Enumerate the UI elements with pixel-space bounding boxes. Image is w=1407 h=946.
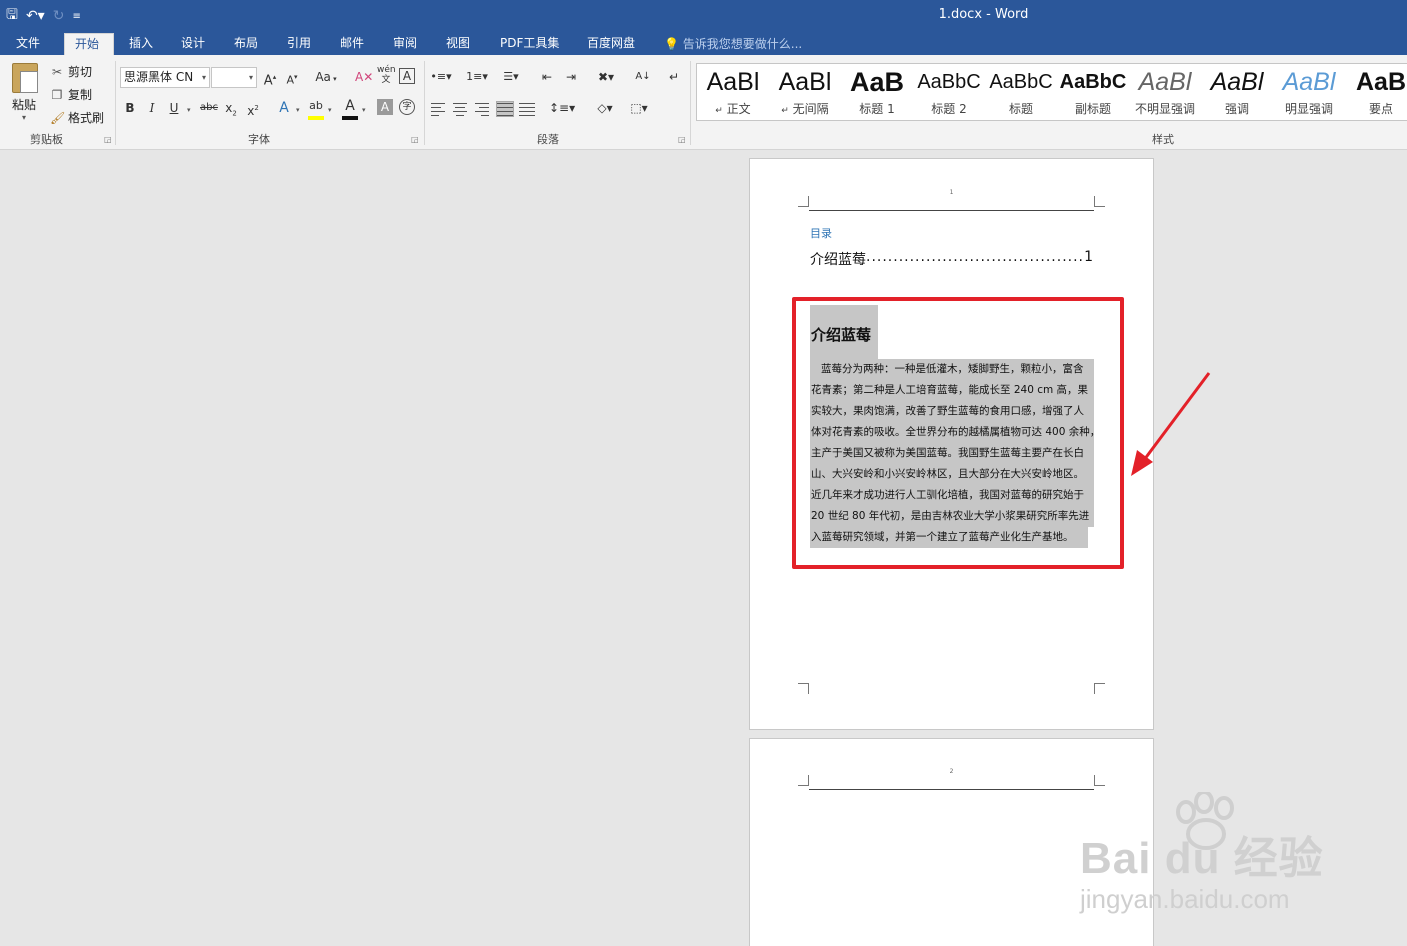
paragraph-launcher-icon[interactable]: ◲ (678, 135, 686, 144)
lightbulb-icon: 💡 (664, 37, 679, 51)
cut-button[interactable]: ✂ 剪切 (50, 63, 92, 80)
toc-title: 目录 (810, 227, 832, 240)
numbering-icon[interactable]: 1≡▾ (465, 68, 489, 88)
style-heading-1[interactable]: AaB 标题 1 (841, 64, 913, 120)
clipboard-launcher-icon[interactable]: ◲ (104, 135, 112, 144)
page-number: 2 (949, 768, 954, 775)
character-shading-icon[interactable]: A (377, 99, 393, 115)
align-center-icon[interactable] (453, 102, 469, 116)
show-marks-icon[interactable]: ↵ (666, 68, 682, 88)
styles-group-label: 样式 (1152, 133, 1174, 146)
watermark-url: jingyan.baidu.com (1080, 884, 1290, 914)
phonetic-guide-icon[interactable]: wén 文 (377, 65, 396, 85)
clear-formatting-icon[interactable]: A✕ (355, 68, 373, 88)
baidu-watermark: Bai du 经验 jingyan.baidu.com (1080, 792, 1340, 922)
tab-file[interactable]: 文件 (6, 33, 50, 55)
style-normal[interactable]: AaBl ↵ 正文 (697, 64, 769, 120)
grow-font-icon[interactable]: A▴ (262, 68, 278, 88)
tab-view[interactable]: 视图 (436, 33, 480, 55)
bold-button[interactable]: B (122, 99, 138, 119)
page-number: 1 (949, 189, 954, 196)
chevron-down-icon[interactable]: ▾ (328, 106, 332, 114)
watermark-logo-text: Bai du 经验 (1080, 834, 1324, 883)
format-painter-button[interactable]: 🖌 格式刷 (50, 109, 104, 126)
highlight-box (792, 297, 1124, 569)
paintbrush-icon: 🖌 (50, 110, 66, 125)
scissors-icon: ✂ (51, 64, 63, 79)
font-size-select[interactable]: ▾ (211, 67, 257, 88)
copy-icon: ❐ (51, 87, 63, 102)
copy-button[interactable]: ❐ 复制 (50, 86, 92, 103)
chevron-down-icon[interactable]: ▾ (187, 106, 191, 114)
enclose-characters-icon[interactable]: 字 (399, 99, 415, 115)
header-line (809, 789, 1094, 790)
chevron-down-icon: ▾ (201, 73, 206, 82)
bullets-icon[interactable]: •≡▾ (430, 68, 452, 88)
chevron-down-icon: ▾ (22, 113, 27, 122)
font-color-icon[interactable]: A (342, 97, 358, 117)
shrink-font-icon[interactable]: A▾ (284, 68, 300, 88)
italic-button[interactable]: I (144, 99, 160, 119)
chevron-down-icon[interactable]: ▾ (296, 106, 300, 114)
distributed-icon[interactable] (519, 102, 535, 116)
style-intense-emphasis[interactable]: AaBl 明显强调 (1273, 64, 1345, 120)
tab-insert[interactable]: 插入 (119, 33, 163, 55)
tell-me-text: 告诉我您想要做什么... (682, 37, 803, 51)
justify-icon[interactable] (496, 101, 514, 117)
paste-label: 粘贴 (12, 98, 37, 112)
header-line (809, 210, 1094, 211)
chevron-down-icon: ▾ (248, 73, 253, 82)
tab-review[interactable]: 审阅 (383, 33, 427, 55)
title-bar: 🖫 ↶▾ ↻ ≡ 1.docx - Word (0, 0, 1407, 30)
tab-baidu-netdisk[interactable]: 百度网盘 (577, 33, 645, 55)
style-title[interactable]: AaBbC 标题 (985, 64, 1057, 120)
align-left-icon[interactable] (431, 102, 447, 116)
tab-home[interactable]: 开始 (64, 33, 114, 55)
tab-layout[interactable]: 布局 (224, 33, 268, 55)
style-strong[interactable]: AaB 要点 (1345, 64, 1407, 120)
character-border-icon[interactable]: A (399, 68, 415, 84)
style-no-spacing[interactable]: AaBl ↵ 无间隔 (769, 64, 841, 120)
decrease-indent-icon[interactable]: ⇤ (538, 68, 556, 88)
shading-icon[interactable]: ◇▾ (591, 99, 619, 119)
ribbon: 粘贴 ▾ ✂ 剪切 ❐ 复制 🖌 格式刷 剪贴板 ◲ 思源黑体 CN ▾ ▾ A▴ A▾… (0, 55, 1407, 150)
ribbon-tabs: 文件 开始 插入 设计 布局 引用 邮件 审阅 视图 PDF工具集 百度网盘 💡… (0, 30, 1407, 55)
align-right-icon[interactable] (475, 102, 491, 116)
paste-button[interactable]: 粘贴 ▾ (10, 63, 42, 125)
superscript-button[interactable]: x2 (245, 99, 261, 119)
tab-pdf-tools[interactable]: PDF工具集 (490, 33, 569, 55)
toc-entry[interactable]: 介绍蓝莓 ...................................… (810, 249, 1093, 269)
style-heading-2[interactable]: AaBbC 标题 2 (913, 64, 985, 120)
paragraph-group-label: 段落 (537, 133, 559, 146)
underline-button[interactable]: U (166, 99, 182, 119)
tab-references[interactable]: 引用 (277, 33, 321, 55)
strikethrough-button[interactable]: abc (199, 99, 219, 119)
chevron-down-icon[interactable]: ▾ (362, 106, 366, 114)
arrow-icon (1131, 372, 1211, 476)
sort-icon[interactable]: A↓ (634, 68, 652, 88)
clipboard-group-label: 剪贴板 (30, 133, 63, 146)
window-title: 1.docx - Word (938, 7, 1029, 22)
tab-design[interactable]: 设计 (171, 33, 215, 55)
subscript-button[interactable]: x2 (223, 99, 239, 119)
style-subtle-emphasis[interactable]: AaBl 不明显强调 (1129, 64, 1201, 120)
styles-gallery: AaBl ↵ 正文 AaBl ↵ 无间隔 AaB 标题 1 AaBbC 标题 2… (696, 63, 1407, 121)
highlight-icon[interactable]: ab (308, 97, 324, 117)
style-subtitle[interactable]: AaBbC 副标题 (1057, 64, 1129, 120)
line-spacing-icon[interactable]: ↕≡▾ (549, 99, 575, 119)
tab-mailings[interactable]: 邮件 (330, 33, 374, 55)
font-launcher-icon[interactable]: ◲ (411, 135, 419, 144)
chinese-layout-icon[interactable]: ✖▾ (593, 68, 619, 88)
style-emphasis[interactable]: AaBl 强调 (1201, 64, 1273, 120)
font-group-label: 字体 (248, 133, 270, 146)
font-name-select[interactable]: 思源黑体 CN ▾ (120, 67, 210, 88)
tell-me-box[interactable]: 💡 告诉我您想要做什么... (664, 35, 802, 52)
text-effects-icon[interactable]: A (276, 99, 292, 119)
change-case-button[interactable]: Aa ▾ (312, 68, 340, 88)
borders-icon[interactable]: ⬚▾ (625, 99, 653, 119)
multilevel-list-icon[interactable]: ☰▾ (499, 68, 523, 88)
increase-indent-icon[interactable]: ⇥ (562, 68, 580, 88)
